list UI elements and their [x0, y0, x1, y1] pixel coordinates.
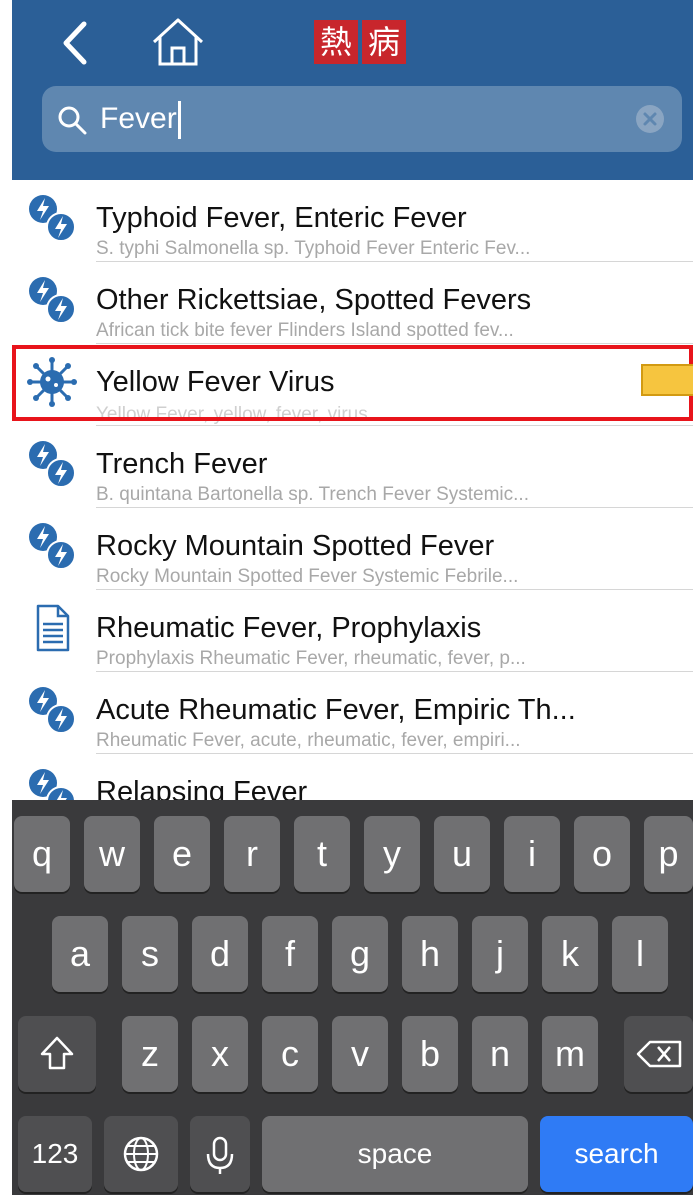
home-button[interactable]: [148, 14, 208, 70]
search-key[interactable]: search: [540, 1116, 693, 1192]
result-subtitle: S. typhi Salmonella sp. Typhoid Fever En…: [96, 238, 531, 259]
list-item[interactable]: Rocky Mountain Spotted Fever Rocky Mount…: [12, 508, 693, 590]
list-item[interactable]: Typhoid Fever, Enteric Fever S. typhi Sa…: [12, 180, 693, 262]
globe-key[interactable]: [104, 1116, 178, 1192]
key-b[interactable]: b: [402, 1016, 458, 1092]
globe-icon: [123, 1136, 159, 1172]
key-c[interactable]: c: [262, 1016, 318, 1092]
color-tag: [641, 364, 693, 396]
key-m[interactable]: m: [542, 1016, 598, 1092]
key-x[interactable]: x: [192, 1016, 248, 1092]
result-subtitle: Rheumatic Fever, acute, rheumatic, fever…: [96, 730, 521, 751]
result-title: Typhoid Fever, Enteric Fever: [96, 202, 467, 234]
chevron-left-icon: [63, 21, 87, 65]
key-w[interactable]: w: [84, 816, 140, 892]
result-title: Rheumatic Fever, Prophylaxis: [96, 612, 482, 644]
nav-header: 熱 病 Fever: [12, 0, 693, 180]
backspace-icon: [636, 1040, 682, 1068]
clear-search-button[interactable]: [636, 105, 664, 133]
result-title: Acute Rheumatic Fever, Empiric Th...: [96, 694, 576, 726]
home-icon: [152, 18, 204, 66]
bolt-pair-icon: [29, 195, 76, 242]
result-subtitle: Rocky Mountain Spotted Fever Systemic Fe…: [96, 566, 519, 587]
result-subtitle: African tick bite fever Flinders Island …: [96, 320, 514, 341]
key-q[interactable]: q: [14, 816, 70, 892]
microphone-icon: [206, 1136, 234, 1174]
dictation-key[interactable]: [190, 1116, 250, 1192]
key-i[interactable]: i: [504, 816, 560, 892]
virus-icon: [27, 357, 77, 407]
logo-character: 病: [362, 20, 406, 64]
back-button[interactable]: [52, 18, 102, 68]
key-z[interactable]: z: [122, 1016, 178, 1092]
list-item[interactable]: Relapsing Fever: [12, 754, 693, 800]
result-subtitle: Yellow Fever, yellow, fever, virus: [96, 404, 368, 425]
key-v[interactable]: v: [332, 1016, 388, 1092]
logo-character: 熱: [314, 20, 358, 64]
list-item[interactable]: Yellow Fever Virus Yellow Fever, yellow,…: [12, 344, 693, 426]
key-a[interactable]: a: [52, 916, 108, 992]
key-f[interactable]: f: [262, 916, 318, 992]
numbers-key[interactable]: 123: [18, 1116, 92, 1192]
list-item[interactable]: Other Rickettsiae, Spotted Fevers Africa…: [12, 262, 693, 344]
bolt-pair-icon: [29, 277, 76, 324]
on-screen-keyboard: q w e r t y u i o p a s d f g h j k l z …: [12, 800, 693, 1195]
search-icon: [58, 106, 87, 135]
result-title: Other Rickettsiae, Spotted Fevers: [96, 284, 532, 316]
search-bar[interactable]: Fever: [42, 86, 682, 152]
bolt-pair-icon: [29, 441, 76, 488]
key-t[interactable]: t: [294, 816, 350, 892]
key-y[interactable]: y: [364, 816, 420, 892]
key-e[interactable]: e: [154, 816, 210, 892]
search-results-list: Typhoid Fever, Enteric Fever S. typhi Sa…: [12, 180, 693, 800]
result-subtitle: B. quintana Bartonella sp. Trench Fever …: [96, 484, 529, 505]
key-g[interactable]: g: [332, 916, 388, 992]
key-r[interactable]: r: [224, 816, 280, 892]
list-item[interactable]: Acute Rheumatic Fever, Empiric Th... Rhe…: [12, 672, 693, 754]
key-n[interactable]: n: [472, 1016, 528, 1092]
result-title: Rocky Mountain Spotted Fever: [96, 530, 495, 562]
bolt-pair-icon: [29, 687, 76, 734]
key-j[interactable]: j: [472, 916, 528, 992]
key-o[interactable]: o: [574, 816, 630, 892]
list-item[interactable]: Rheumatic Fever, Prophylaxis Prophylaxis…: [12, 590, 693, 672]
result-title: Trench Fever: [96, 448, 268, 480]
result-title: Yellow Fever Virus: [96, 366, 335, 398]
delete-key[interactable]: [624, 1016, 693, 1092]
clear-icon: [643, 112, 657, 126]
key-k[interactable]: k: [542, 916, 598, 992]
key-p[interactable]: p: [644, 816, 693, 892]
result-subtitle: Prophylaxis Rheumatic Fever, rheumatic, …: [96, 648, 526, 669]
shift-key[interactable]: [18, 1016, 96, 1092]
key-u[interactable]: u: [434, 816, 490, 892]
key-d[interactable]: d: [192, 916, 248, 992]
document-icon: [36, 604, 70, 652]
result-title: Relapsing Fever: [96, 776, 308, 800]
key-s[interactable]: s: [122, 916, 178, 992]
bolt-pair-icon: [29, 523, 76, 570]
app-logo: 熱 病: [314, 20, 406, 64]
key-l[interactable]: l: [612, 916, 668, 992]
space-key[interactable]: space: [262, 1116, 528, 1192]
key-h[interactable]: h: [402, 916, 458, 992]
bolt-pair-icon: [29, 769, 76, 800]
shift-arrow-icon: [40, 1036, 74, 1070]
list-item[interactable]: Trench Fever B. quintana Bartonella sp. …: [12, 426, 693, 508]
